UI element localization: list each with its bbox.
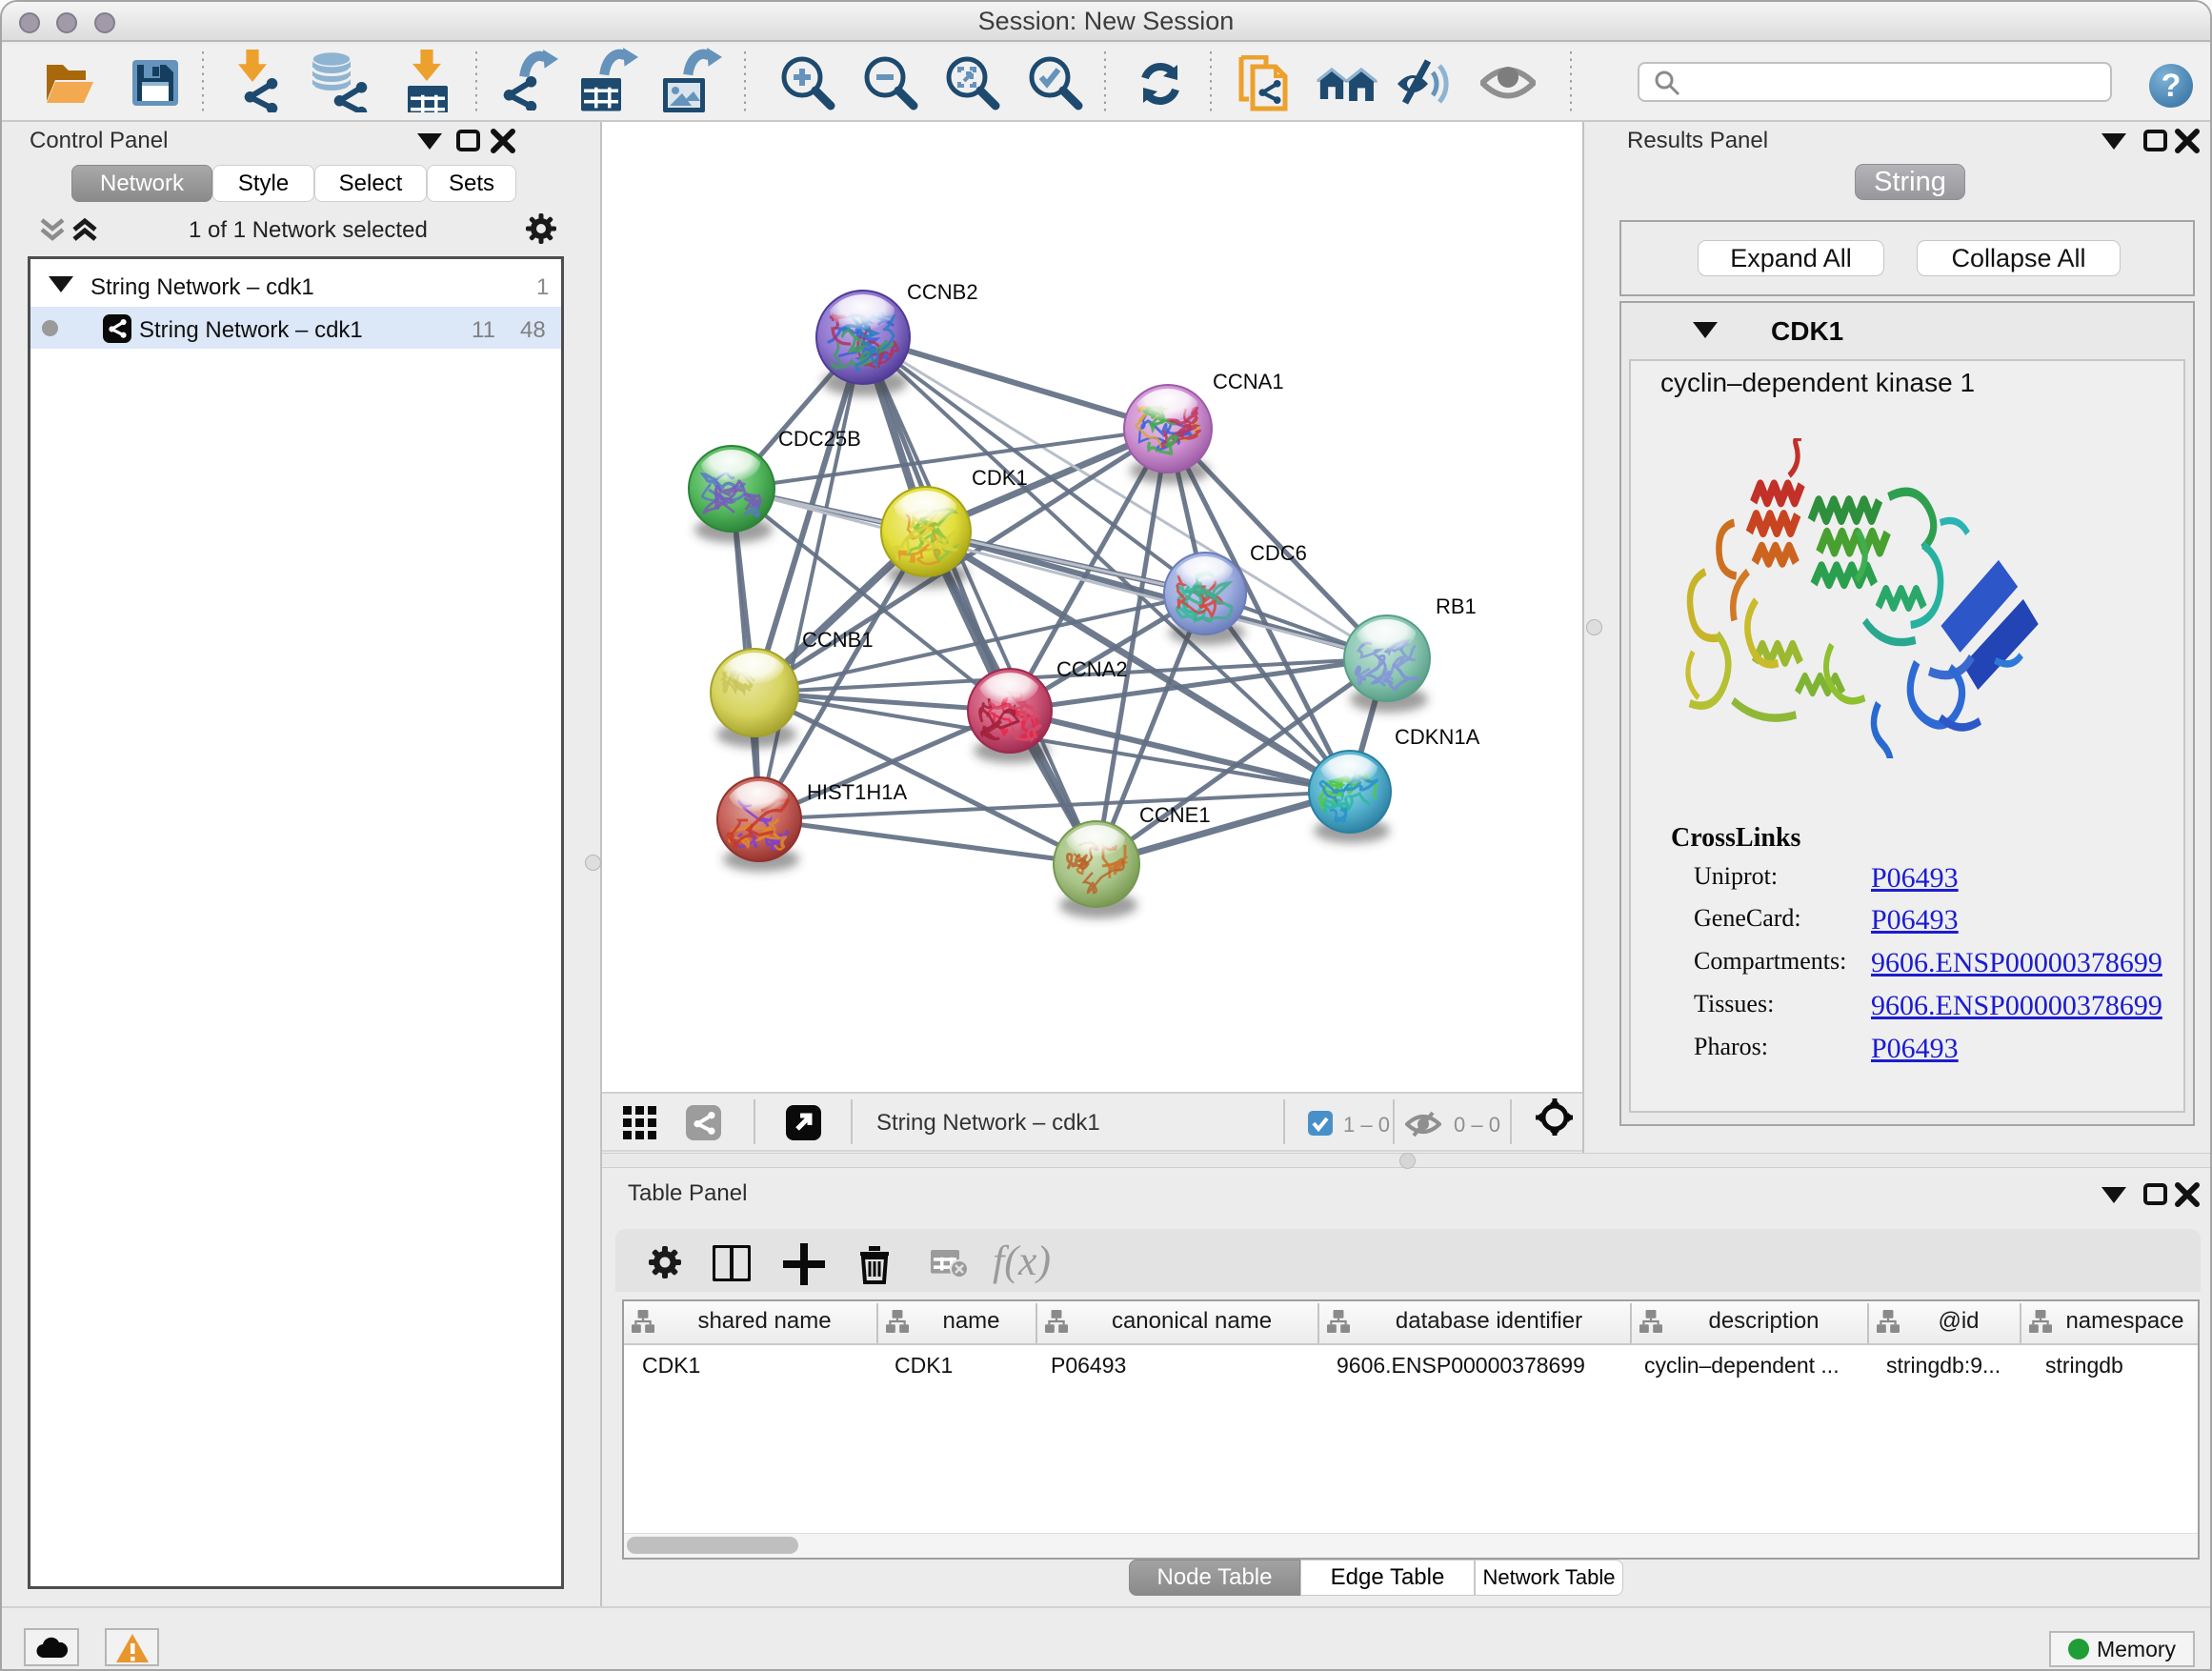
svg-text:CCNB1: CCNB1 [802,628,874,652]
svg-text:CDC25B: CDC25B [778,427,861,451]
svg-text:RB1: RB1 [1436,594,1477,618]
svg-text:HIST1H1A: HIST1H1A [807,780,907,804]
svg-text:CCNA1: CCNA1 [1213,370,1284,393]
svg-text:CDKN1A: CDKN1A [1395,725,1480,749]
svg-text:CDK1: CDK1 [972,466,1028,490]
svg-text:CDC6: CDC6 [1250,541,1307,565]
svg-text:CCNE1: CCNE1 [1139,803,1211,827]
svg-text:CCNA2: CCNA2 [1056,657,1128,681]
svg-text:CCNB2: CCNB2 [907,280,978,304]
